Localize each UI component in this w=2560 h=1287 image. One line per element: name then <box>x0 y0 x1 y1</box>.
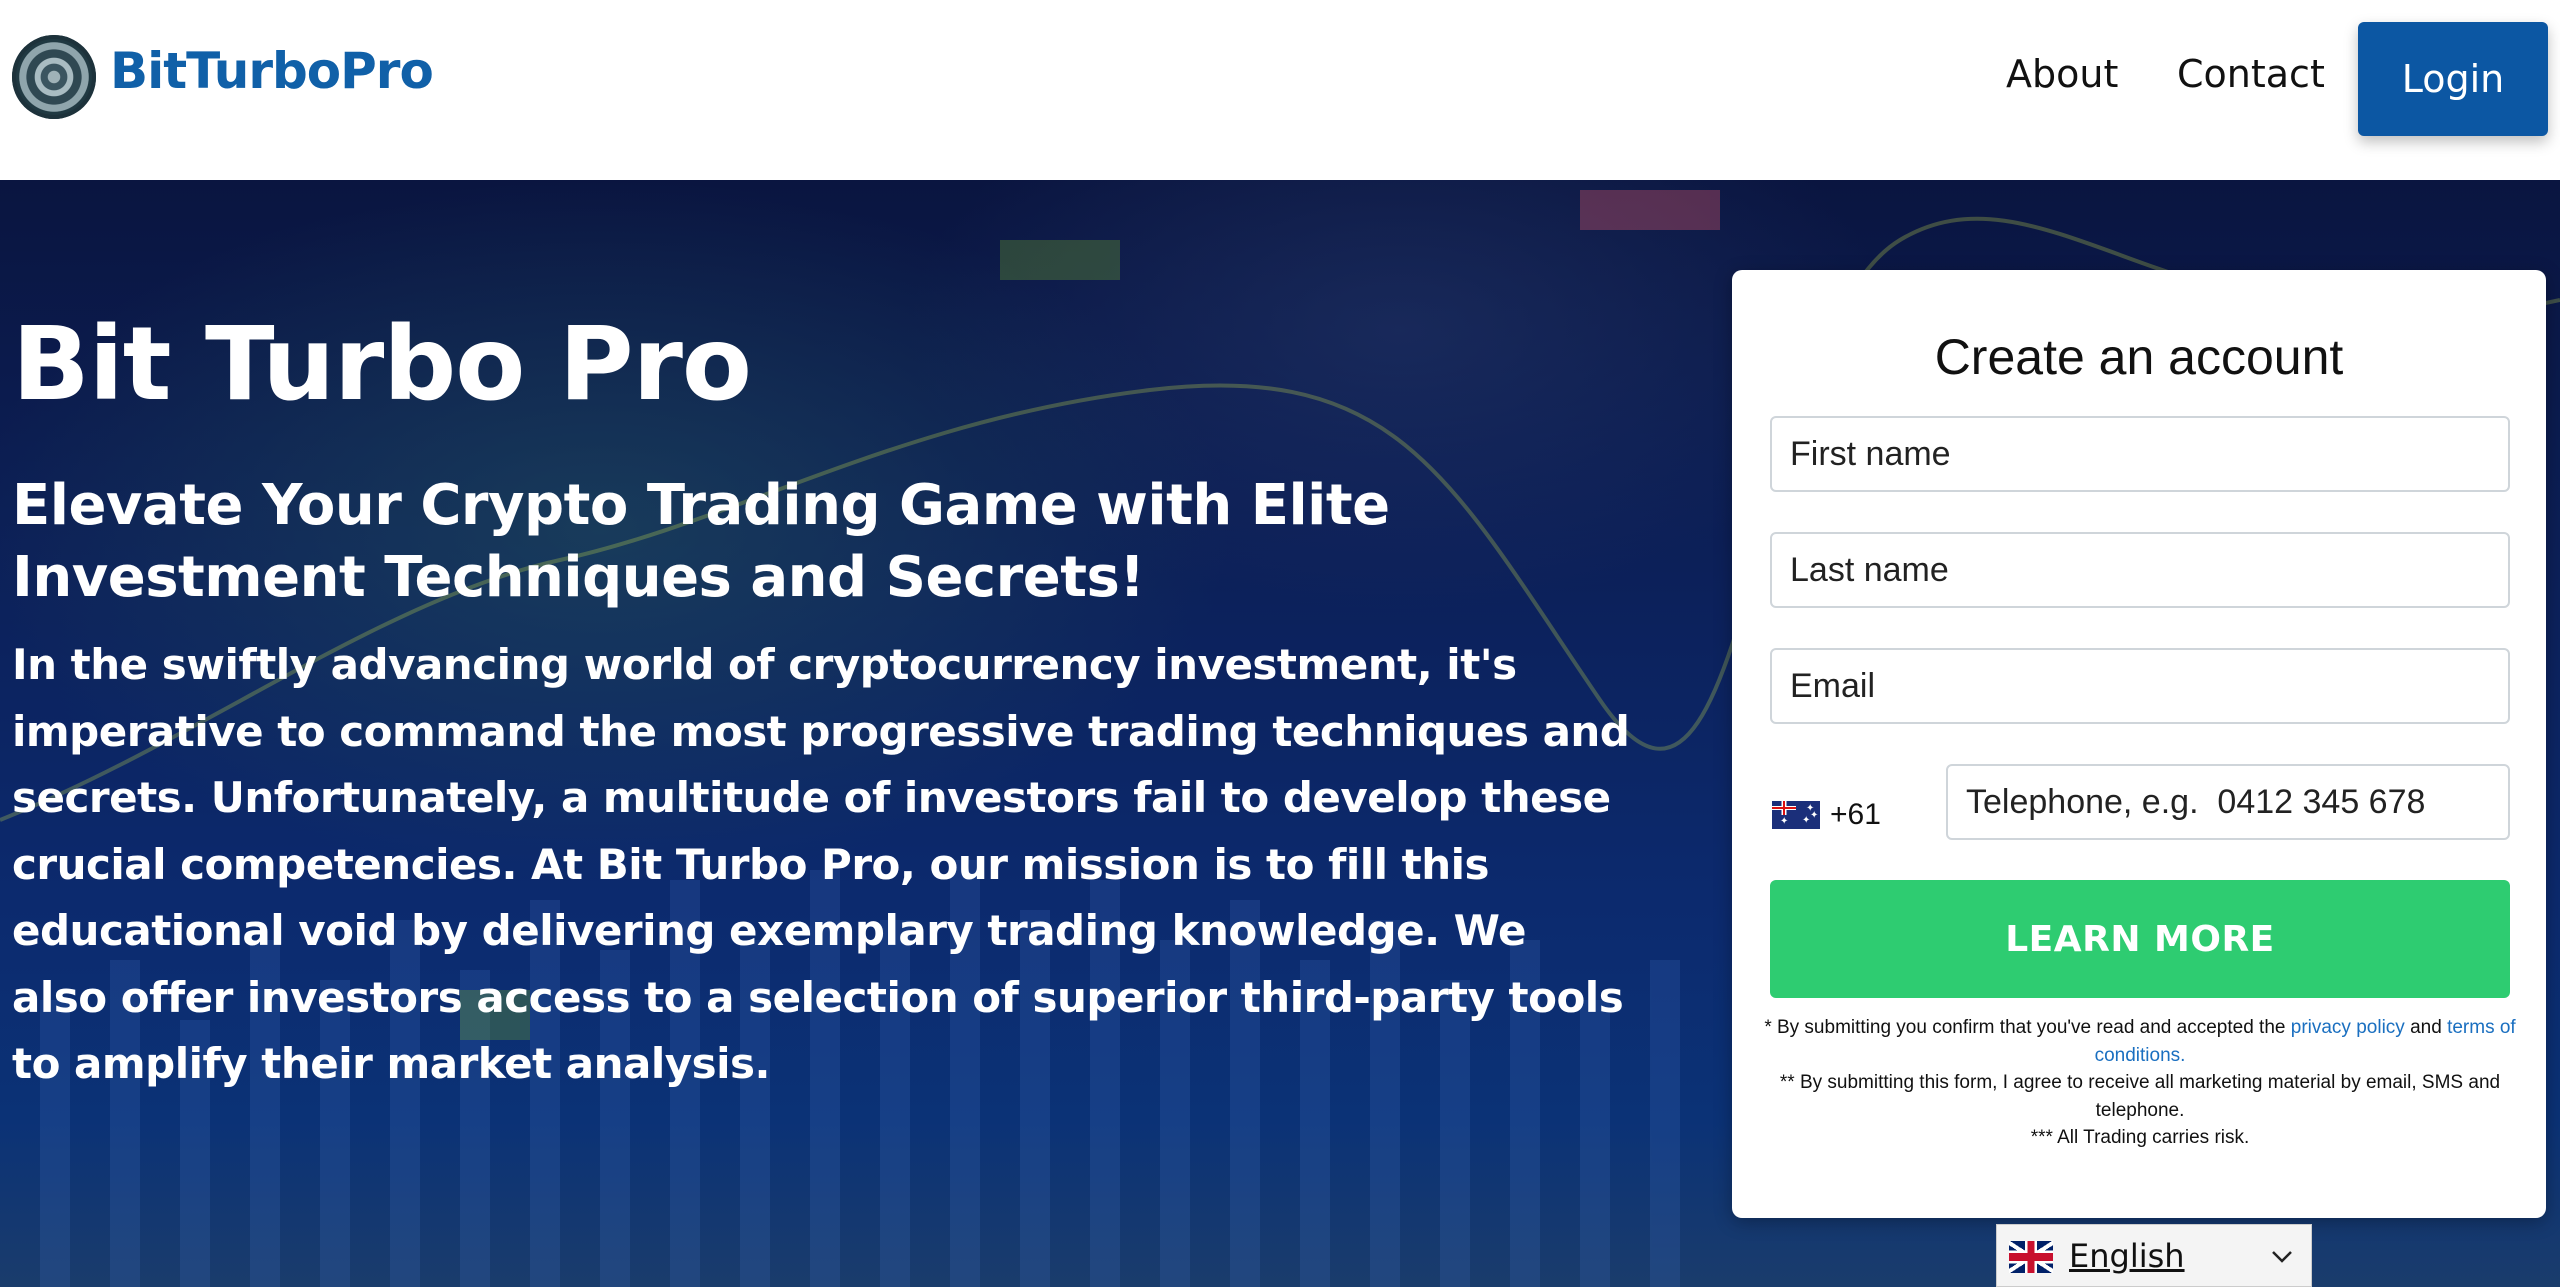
chevron-down-icon <box>2272 1251 2292 1263</box>
hero-title: Bit Turbo Pro <box>12 305 752 424</box>
learn-more-button[interactable]: LEARN MORE <box>1770 880 2510 998</box>
nav-contact-link[interactable]: Contact <box>2177 52 2325 96</box>
signup-form-card: Create an account ✦ ✦ ✦ ✦ +61 ▼ LEARN MO… <box>1732 270 2546 1218</box>
privacy-policy-link[interactable]: privacy policy <box>2291 1017 2405 1038</box>
logo-icon[interactable] <box>12 35 96 119</box>
hero-subtitle: Elevate Your Crypto Trading Game with El… <box>12 473 1390 610</box>
brand-name[interactable]: BitTurboPro <box>110 42 434 100</box>
disclaimer-line-2: ** By submitting this form, I agree to r… <box>1779 1072 2501 1121</box>
email-field[interactable] <box>1770 648 2510 724</box>
login-button[interactable]: Login <box>2358 22 2548 136</box>
last-name-field[interactable] <box>1770 532 2510 608</box>
site-header: BitTurboPro About Contact Login <box>0 0 2560 180</box>
form-disclaimer: * By submitting you confirm that you've … <box>1762 1014 2518 1152</box>
nav-about-link[interactable]: About <box>2006 52 2118 96</box>
disclaimer-line-3: *** All Trading carries risk. <box>2030 1127 2250 1148</box>
dial-code: +61 <box>1830 798 1881 831</box>
uk-flag-icon <box>2009 1241 2053 1273</box>
first-name-field[interactable] <box>1770 416 2510 492</box>
australia-flag-icon: ✦ ✦ ✦ ✦ <box>1772 801 1820 829</box>
language-selector[interactable]: English <box>1996 1224 2312 1287</box>
telephone-field[interactable] <box>1946 764 2510 840</box>
disclaimer-line-1: * By submitting you confirm that you've … <box>1764 1017 2516 1066</box>
language-label: English <box>2069 1237 2185 1275</box>
country-code-select[interactable]: ✦ ✦ ✦ ✦ +61 ▼ <box>1772 790 1974 840</box>
form-title: Create an account <box>1934 329 2344 385</box>
hero-description: In the swiftly advancing world of crypto… <box>12 640 1630 1088</box>
